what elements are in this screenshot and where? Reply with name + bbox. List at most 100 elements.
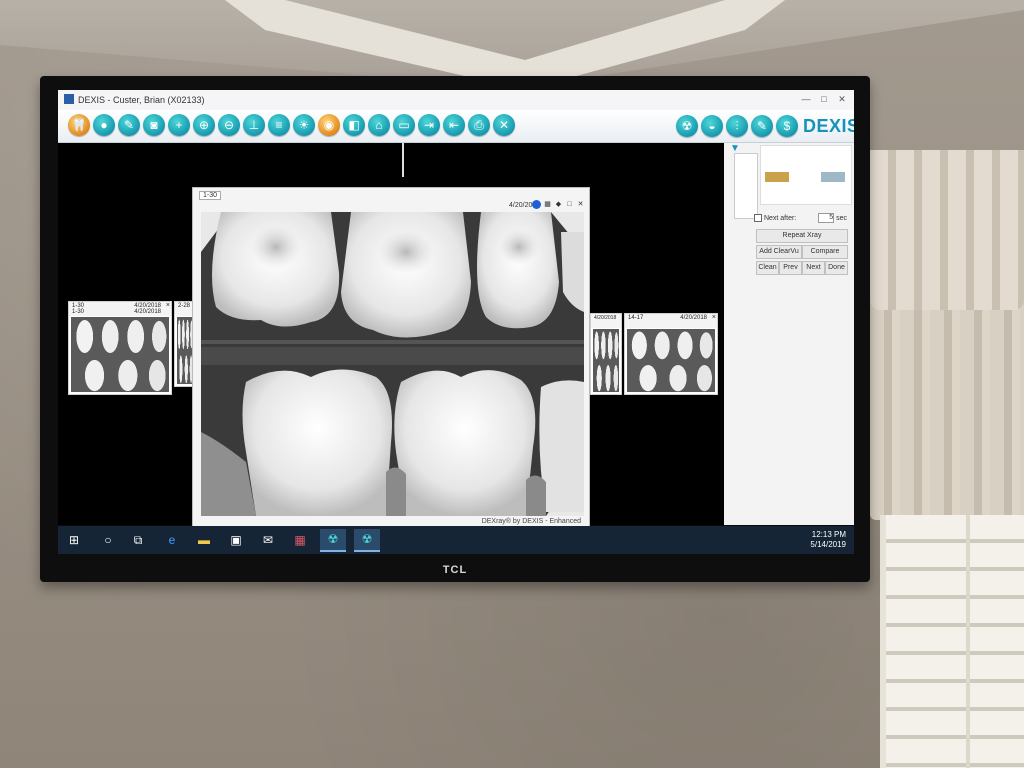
- thumbnail-close-icon[interactable]: ×: [166, 302, 170, 309]
- grid-icon[interactable]: ▦: [543, 200, 552, 209]
- export-icon[interactable]: ⇥: [418, 114, 440, 136]
- windows-taskbar: ⊞ ○ ⧉ e ▬ ▣ ✉ ▦ ☢ ☢ 12:13 PM 5/14/2019: [58, 526, 854, 554]
- xray-drawing: [201, 212, 584, 516]
- viewer-footer: DEXray® by DEXIS - Enhanced: [481, 518, 581, 525]
- clock-date: 5/14/2019: [810, 540, 846, 549]
- thumbnail-date: 4/20/2018: [594, 315, 617, 321]
- file-explorer-icon[interactable]: ▬: [196, 532, 212, 548]
- template-preview[interactable]: [760, 145, 852, 205]
- thumbnail-label: 14-17: [628, 315, 644, 321]
- maximize-button[interactable]: □: [816, 93, 832, 106]
- thumbnail-left[interactable]: 1-30 1-30 4/20/2018 4/20/2018 ×: [68, 301, 172, 395]
- preview-image-right: [821, 172, 845, 182]
- windows-start-icon[interactable]: ⊞: [66, 532, 82, 548]
- import-icon[interactable]: ⇤: [443, 114, 465, 136]
- clock-time: 12:13 PM: [811, 530, 846, 539]
- thumbnail-date: 4/20/2018: [134, 309, 161, 315]
- window-blinds: [880, 515, 1024, 768]
- thumbnail-header: 1-30 1-30 4/20/2018 4/20/2018 ×: [69, 302, 171, 316]
- next-after-unit: sec: [836, 214, 848, 222]
- viewer-tab[interactable]: 1-30: [199, 191, 222, 200]
- notes-icon[interactable]: ≡: [268, 114, 290, 136]
- compare-button[interactable]: Compare: [802, 245, 848, 259]
- crosshair-icon[interactable]: +: [168, 114, 190, 136]
- tooth-chart-icon[interactable]: ◧: [343, 114, 365, 136]
- xray-thumbnail-image: [593, 329, 619, 392]
- close-viewer-icon[interactable]: ✕: [576, 200, 585, 209]
- xray-viewer-window[interactable]: 1-30 4/20/2018 ▦ ◆ □ ✕ DEXray® by DEXIS …: [192, 187, 590, 529]
- dexis-logo: DEXIS: [803, 115, 854, 136]
- home-icon[interactable]: ⌂: [368, 114, 390, 136]
- done-button[interactable]: Done: [825, 261, 848, 275]
- bitewing-xray-image[interactable]: [201, 212, 584, 516]
- toolbar-right-group: ☢ ◒ ⫶ ✎ $ DEXIS: [676, 115, 854, 137]
- xray-thumbnail-image: [71, 317, 169, 392]
- print-icon[interactable]: ⎙: [468, 114, 490, 136]
- sensor-slot: [734, 153, 758, 219]
- xray-thumbnail-image: [627, 329, 715, 392]
- next-after-checkbox[interactable]: [754, 214, 762, 222]
- minimize-button[interactable]: —: [798, 93, 814, 106]
- thumbnail-label: 2-28: [178, 303, 191, 309]
- folder-open-icon[interactable]: ▭: [393, 114, 415, 136]
- restore-icon[interactable]: □: [565, 200, 574, 209]
- edge-browser-icon[interactable]: e: [164, 532, 180, 548]
- system-clock[interactable]: 12:13 PM 5/14/2019: [810, 530, 846, 550]
- store-icon[interactable]: ▣: [228, 532, 244, 548]
- dexis-taskbar-icon[interactable]: ☢: [320, 529, 346, 552]
- sensor-icon[interactable]: ◒: [701, 115, 723, 137]
- thumbnail-close-icon[interactable]: ×: [712, 314, 716, 321]
- close-window-button[interactable]: ✕: [834, 93, 850, 106]
- next-after-row: Next after: 5 sec: [754, 213, 847, 223]
- thumbnail-date: 4/20/2018: [680, 315, 707, 321]
- window-controls: — □ ✕: [798, 93, 850, 106]
- thumbnail-header: 4/20/2018: [591, 314, 621, 328]
- dexis-taskbar-icon-2[interactable]: ☢: [354, 529, 380, 552]
- tooth-implant-icon[interactable]: ⫶: [726, 115, 748, 137]
- tooth-icon[interactable]: 🦷: [68, 114, 90, 136]
- pin-icon[interactable]: ◆: [554, 200, 563, 209]
- capture-side-panel: ▼ Next after: 5 sec Repeat Xray Add Clea…: [724, 143, 854, 525]
- repeat-xray-button[interactable]: Repeat Xray: [756, 229, 848, 243]
- xray-thumbnail-image: [177, 317, 193, 384]
- close-icon[interactable]: ✕: [493, 114, 515, 136]
- search-icon[interactable]: ○: [100, 532, 116, 548]
- next-after-label: Next after:: [763, 214, 797, 222]
- clean-button[interactable]: Clean: [756, 261, 779, 275]
- camera-icon[interactable]: ◙: [143, 114, 165, 136]
- user-icon[interactable]: ●: [93, 114, 115, 136]
- thumbnail-header: 14-17 4/20/2018 ×: [625, 314, 717, 328]
- pen-icon[interactable]: ✎: [751, 115, 773, 137]
- curtain-valance: [870, 150, 1024, 310]
- next-after-spinner[interactable]: 5: [818, 213, 835, 223]
- zoom-in-icon[interactable]: ⊕: [193, 114, 215, 136]
- record-icon[interactable]: [532, 200, 541, 209]
- pencil-icon[interactable]: ✎: [118, 114, 140, 136]
- next-button[interactable]: Next: [802, 261, 825, 275]
- thumbnail-label: 1-30: [72, 309, 85, 315]
- task-view-icon[interactable]: ⧉: [130, 532, 146, 548]
- preview-image-left: [765, 172, 789, 182]
- eye-icon[interactable]: ◉: [318, 114, 340, 136]
- viewer-controls: ▦ ◆ □ ✕: [532, 200, 585, 209]
- brightness-icon[interactable]: ☀: [293, 114, 315, 136]
- prev-button[interactable]: Prev: [779, 261, 802, 275]
- thumbnail-right-partial[interactable]: 4/20/2018: [590, 313, 622, 395]
- window-title: DEXIS - Custer, Brian (X02133): [78, 95, 205, 105]
- tv-brand-logo: TCL: [442, 564, 468, 576]
- app-icon: [64, 94, 74, 104]
- tv-monitor: DEXIS - Custer, Brian (X02133) — □ ✕ 🦷 ●…: [40, 76, 870, 582]
- add-clearvu-button[interactable]: Add ClearVu: [756, 245, 802, 259]
- main-toolbar: 🦷 ● ✎ ◙ + ⊕ ⊖ ⊥ ≡ ☀ ◉ ◧ ⌂ ▭ ⇥ ⇤ ⎙ ✕ ☢ ◒ …: [58, 110, 854, 143]
- window-titlebar: DEXIS - Custer, Brian (X02133) — □ ✕: [58, 90, 854, 111]
- thumbnail-right[interactable]: 14-17 4/20/2018 ×: [624, 313, 718, 395]
- dollar-icon[interactable]: $: [776, 115, 798, 137]
- zoom-out-icon[interactable]: ⊖: [218, 114, 240, 136]
- connector-line: [402, 143, 404, 177]
- mail-icon[interactable]: ✉: [260, 532, 276, 548]
- radiation-icon[interactable]: ☢: [676, 115, 698, 137]
- toolbar-left-group: 🦷 ● ✎ ◙ + ⊕ ⊖ ⊥ ≡ ☀ ◉ ◧ ⌂ ▭ ⇥ ⇤ ⎙ ✕: [68, 114, 515, 136]
- screen: DEXIS - Custer, Brian (X02133) — □ ✕ 🦷 ●…: [58, 90, 854, 554]
- measure-icon[interactable]: ⊥: [243, 114, 265, 136]
- app-grid-icon[interactable]: ▦: [292, 532, 308, 548]
